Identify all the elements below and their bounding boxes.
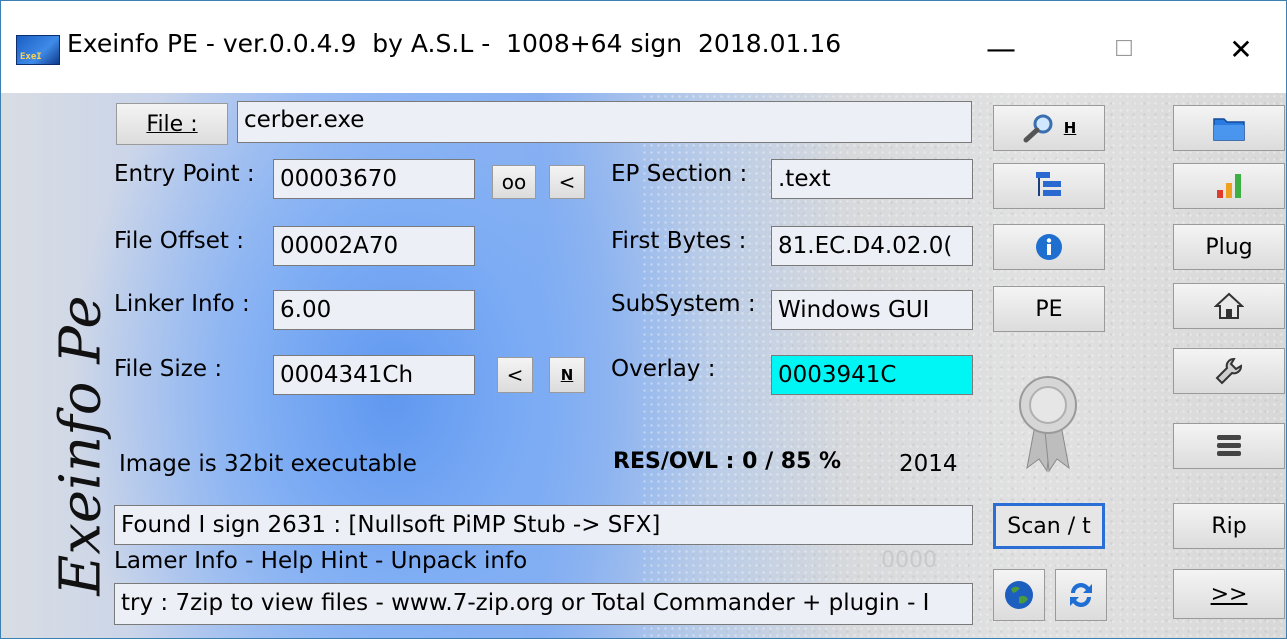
plugin-button[interactable]: Plug	[1173, 224, 1285, 270]
entry-point-label: Entry Point :	[114, 161, 255, 187]
section-view-button[interactable]	[993, 163, 1105, 209]
linker-info-label: Linker Info :	[114, 291, 250, 317]
search-h-button[interactable]: H	[993, 105, 1105, 151]
list-icon	[1217, 435, 1241, 456]
found-signature-field[interactable]: Found I sign 2631 : [Nullsoft PiMP Stub …	[114, 505, 973, 545]
file-button[interactable]: File :	[116, 103, 228, 145]
first-bytes-field[interactable]: 81.EC.D4.02.0(	[771, 226, 973, 266]
menu-button[interactable]	[1173, 423, 1285, 469]
globe-icon	[1005, 581, 1033, 609]
overlay-label: Overlay :	[611, 356, 716, 382]
year-text: 2014	[899, 451, 958, 477]
info-icon	[1036, 234, 1062, 260]
file-path-field[interactable]: cerber.exe	[237, 101, 972, 143]
overlay-field[interactable]: 0003941C	[771, 355, 973, 395]
file-offset-field[interactable]: 00002A70	[273, 226, 475, 266]
subsystem-field[interactable]: Windows GUI	[771, 290, 973, 330]
stats-button[interactable]	[1173, 163, 1285, 209]
res-ovl-text: RES/OVL : 0 / 85 %	[613, 449, 842, 474]
refresh-button[interactable]	[1055, 569, 1107, 621]
more-button[interactable]: >>	[1173, 569, 1285, 619]
minimize-button[interactable]: —	[971, 23, 1031, 75]
n-button[interactable]: N	[549, 357, 585, 393]
refresh-icon	[1070, 583, 1092, 607]
app-icon[interactable]: ExeI	[16, 35, 60, 65]
subsystem-label: SubSystem :	[611, 291, 756, 317]
scan-button[interactable]: Scan / t	[993, 503, 1105, 549]
lamer-info-label: Lamer Info - Help Hint - Unpack info	[114, 548, 528, 574]
bar-chart-icon	[1217, 174, 1241, 198]
rip-button-label: Rip	[1211, 513, 1247, 539]
search-icon	[1023, 114, 1053, 143]
size-prev-button[interactable]: <	[497, 357, 533, 393]
n-button-label: N	[560, 366, 574, 384]
exeinfo-logo: Exeinfo Pe	[21, 223, 114, 638]
window-title: Exeinfo PE - ver.0.0.4.9 by A.S.L - 1008…	[67, 29, 842, 58]
home-icon	[1214, 292, 1244, 319]
award-ribbon-icon	[1019, 376, 1077, 473]
tree-list-icon	[1036, 172, 1061, 196]
search-h-label: H	[1063, 119, 1077, 137]
logo-text: Exeinfo Pe	[48, 295, 114, 596]
wrench-icon	[1215, 358, 1242, 385]
main-panel: Exeinfo Pe File : cerber.exe Entry Point…	[1, 93, 1286, 638]
ep-prev-button[interactable]: <	[549, 165, 585, 199]
linker-info-field[interactable]: 6.00	[273, 290, 475, 330]
tools-button[interactable]	[1173, 348, 1285, 394]
title-bar[interactable]: ExeI Exeinfo PE - ver.0.0.4.9 by A.S.L -…	[1, 1, 1286, 93]
image-type-text: Image is 32bit executable	[119, 451, 417, 477]
rip-button[interactable]: Rip	[1173, 503, 1285, 549]
home-button[interactable]	[1173, 283, 1285, 329]
plugin-button-label: Plug	[1205, 234, 1253, 260]
file-size-field[interactable]: 0004341Ch	[273, 355, 475, 395]
hint-field[interactable]: try : 7zip to view files - www.7-zip.org…	[114, 583, 973, 625]
file-offset-label: File Offset :	[114, 228, 244, 254]
file-size-label: File Size :	[114, 356, 223, 382]
close-button[interactable]: ✕	[1211, 23, 1271, 75]
folder-icon	[1213, 118, 1245, 141]
oo-button[interactable]: oo	[492, 165, 536, 199]
ep-section-label: EP Section :	[611, 161, 748, 187]
ep-section-field[interactable]: .text	[771, 159, 973, 199]
more-button-label: >>	[1210, 581, 1248, 607]
file-button-label: File :	[146, 111, 198, 137]
open-folder-button[interactable]	[1173, 105, 1285, 151]
exeinfo-window: ExeI Exeinfo PE - ver.0.0.4.9 by A.S.L -…	[0, 0, 1287, 639]
info-button[interactable]	[993, 224, 1105, 270]
counter-text: 0000	[881, 548, 937, 573]
pe-button[interactable]: PE	[993, 286, 1105, 332]
maximize-button[interactable]: ☐	[1094, 23, 1154, 75]
app-icon-text: ExeI	[20, 52, 42, 62]
web-button[interactable]	[993, 569, 1045, 621]
first-bytes-label: First Bytes :	[611, 228, 747, 254]
entry-point-field[interactable]: 00003670	[273, 159, 475, 199]
